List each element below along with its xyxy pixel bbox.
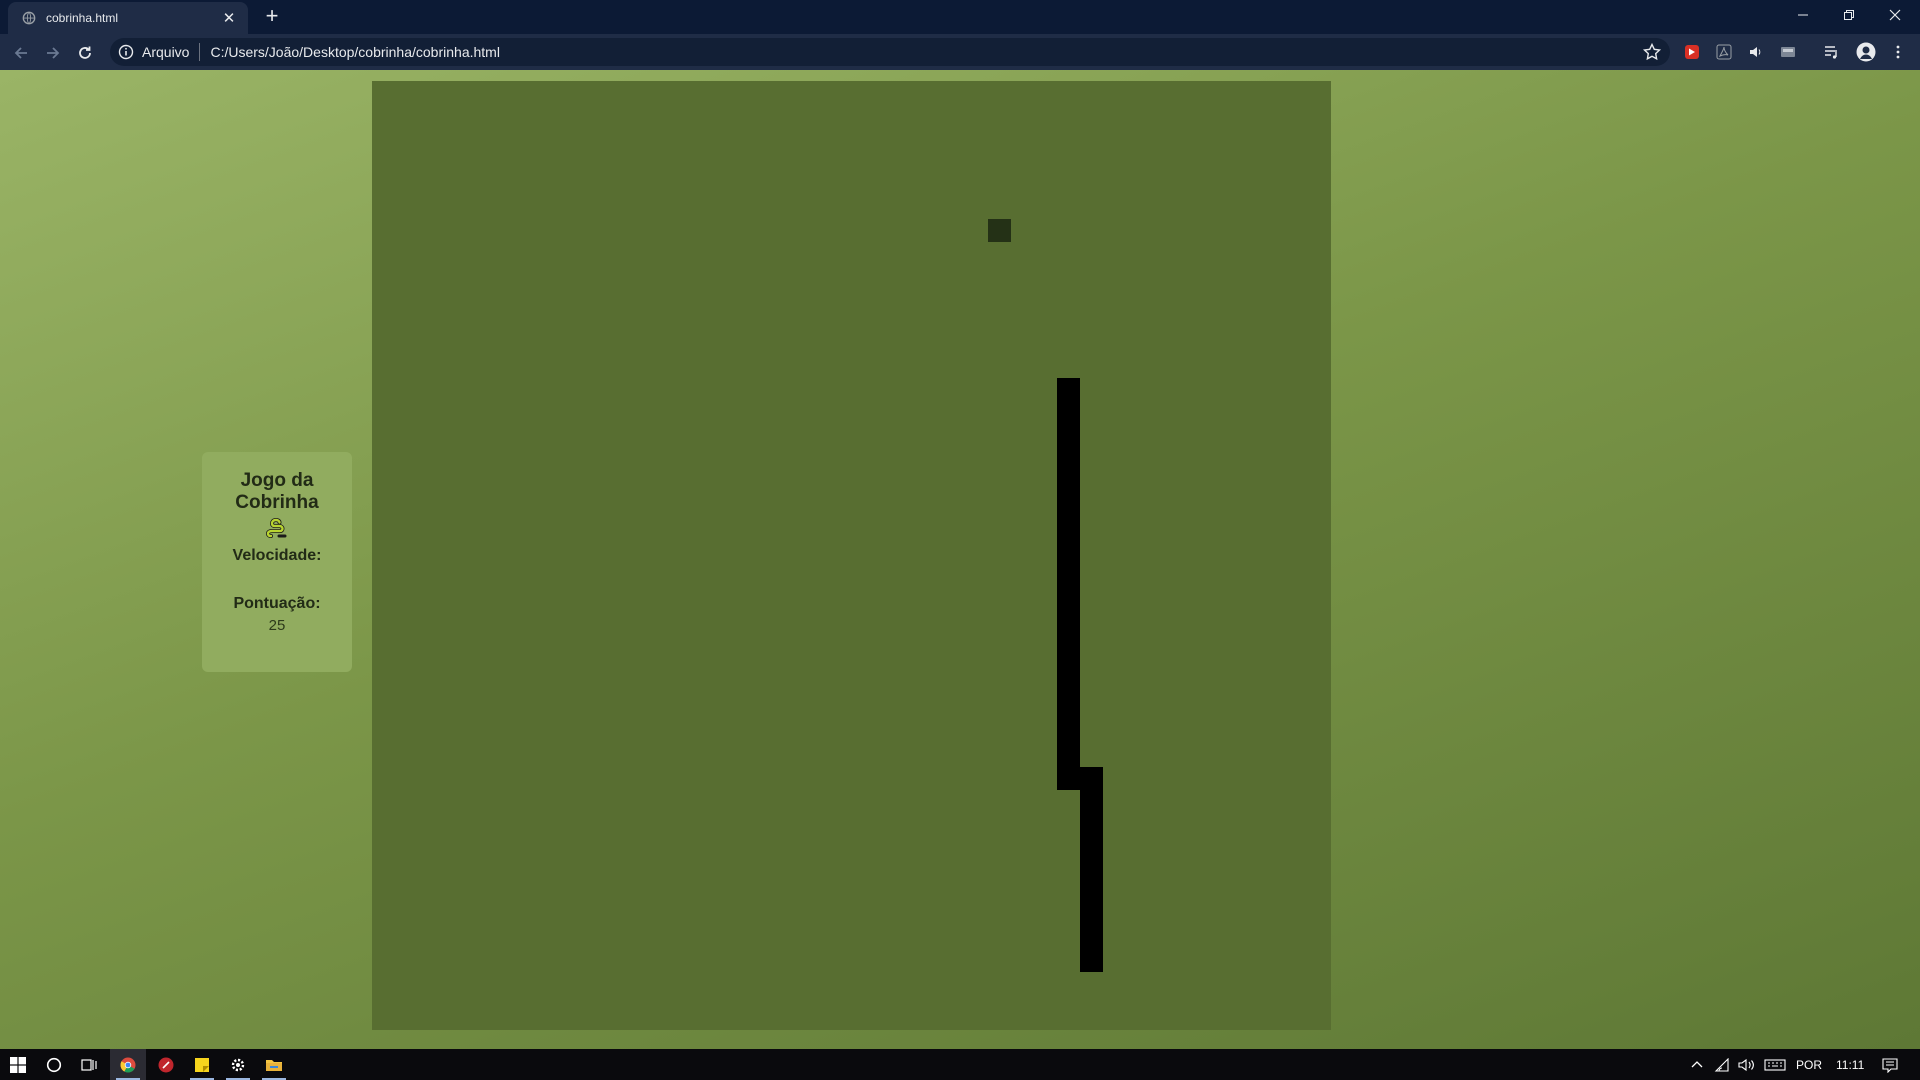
language-indicator[interactable]: POR — [1796, 1058, 1822, 1072]
sticky-notes-icon — [195, 1057, 209, 1072]
taskbar: POR 11:11 — [0, 1049, 1920, 1080]
taskbar-file-explorer[interactable] — [256, 1049, 292, 1080]
media-controls-icon[interactable] — [1822, 42, 1842, 62]
system-tray: POR 11:11 — [1690, 1049, 1898, 1080]
game-title-line2: Cobrinha — [235, 492, 319, 513]
clock[interactable]: 11:11 — [1836, 1058, 1864, 1072]
score-label: Pontuação: — [233, 595, 321, 612]
pdf-extension-icon[interactable] — [1714, 42, 1734, 62]
task-view-icon — [81, 1058, 97, 1071]
gear-icon — [231, 1058, 245, 1071]
taskbar-sticky-notes[interactable] — [184, 1049, 220, 1080]
info-panel: Jogo da Cobrinha Velocidade: Pontuação: … — [202, 452, 352, 672]
new-tab-button[interactable]: + — [260, 5, 284, 29]
speed-label: Velocidade: — [232, 547, 322, 564]
restore-icon — [1844, 10, 1854, 20]
notification-center-icon[interactable] — [1882, 1057, 1898, 1073]
address-bar[interactable]: Arquivo C:/Users/João/Desktop/cobrinha/c… — [110, 38, 1670, 66]
keyboard-icon[interactable] — [1764, 1058, 1786, 1072]
reload-icon — [79, 46, 91, 59]
url-text[interactable]: C:/Users/João/Desktop/cobrinha/cobrinha.… — [210, 44, 1642, 60]
task-view-button[interactable] — [72, 1049, 108, 1080]
taskbar-app-red[interactable] — [148, 1049, 184, 1080]
tab-close-icon[interactable]: ✕ — [220, 9, 238, 27]
volume-icon[interactable] — [1738, 1058, 1756, 1072]
tab-strip: cobrinha.html ✕ + — [0, 0, 1920, 34]
folder-icon — [266, 1059, 282, 1071]
search-button[interactable] — [36, 1049, 72, 1080]
snake-emoji-icon — [265, 517, 287, 538]
screenshot-extension-icon[interactable] — [1778, 42, 1798, 62]
snake-segment — [1057, 378, 1080, 790]
score-value: 25 — [268, 617, 286, 634]
taskbar-chrome[interactable] — [110, 1049, 146, 1080]
game-title-line1: Jogo da — [240, 470, 314, 491]
address-separator — [199, 43, 201, 61]
reload-button[interactable] — [72, 40, 98, 66]
cortana-circle-icon — [46, 1057, 62, 1072]
tab-title: cobrinha.html — [46, 11, 119, 25]
forward-arrow-icon — [47, 47, 60, 59]
info-icon[interactable] — [118, 44, 134, 60]
food-block — [988, 219, 1011, 242]
close-window-button[interactable] — [1872, 0, 1918, 30]
game-title: Jogo da Cobrinha — [202, 470, 352, 514]
speaker-extension-icon[interactable] — [1746, 42, 1766, 62]
taskbar-settings[interactable] — [220, 1049, 256, 1080]
web-page: Jogo da Cobrinha Velocidade: Pontuação: … — [0, 70, 1920, 1049]
minimize-icon — [1798, 14, 1808, 16]
back-button[interactable] — [8, 40, 34, 66]
red-circle-app-icon — [158, 1057, 174, 1072]
windows-logo-icon — [10, 1056, 26, 1073]
chevron-up-icon[interactable] — [1690, 1058, 1704, 1072]
restore-button[interactable] — [1826, 0, 1872, 30]
minimize-button[interactable] — [1780, 0, 1826, 30]
wifi-icon[interactable] — [1714, 1057, 1730, 1072]
forward-button[interactable] — [40, 40, 66, 66]
close-icon — [1889, 9, 1901, 21]
globe-icon — [22, 11, 36, 25]
back-arrow-icon — [14, 47, 27, 59]
tab-cobrinha[interactable]: cobrinha.html ✕ — [8, 2, 248, 34]
profile-avatar-icon[interactable] — [1856, 42, 1876, 62]
speed-value — [202, 569, 352, 587]
start-button[interactable] — [0, 1049, 36, 1080]
chrome-icon — [120, 1057, 136, 1072]
browser-menu-icon[interactable] — [1888, 42, 1908, 62]
snake-segment — [1080, 767, 1103, 972]
address-scheme-label: Arquivo — [142, 44, 190, 60]
game-board[interactable] — [372, 81, 1331, 1030]
extension-red-icon[interactable] — [1682, 42, 1702, 62]
bookmark-star-icon[interactable] — [1642, 42, 1662, 62]
browser-toolbar: Arquivo C:/Users/João/Desktop/cobrinha/c… — [0, 34, 1920, 70]
